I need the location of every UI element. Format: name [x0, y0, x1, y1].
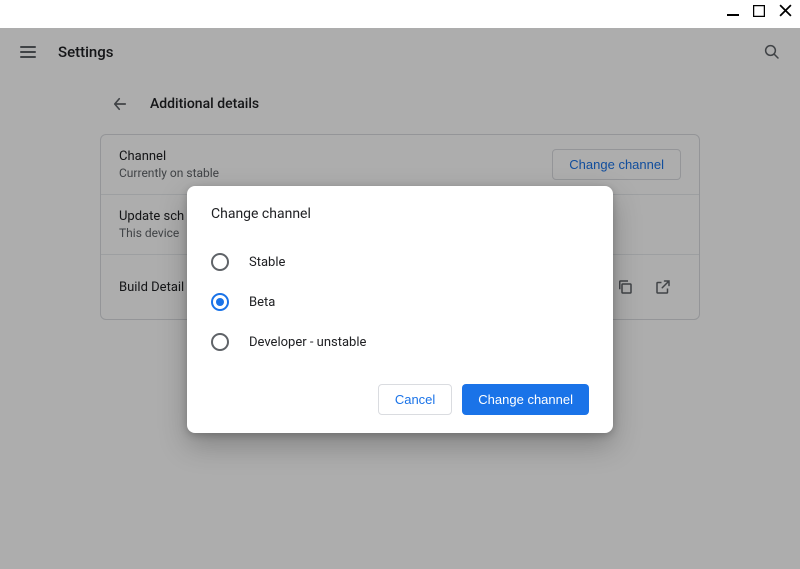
window-controls — [727, 4, 792, 17]
cancel-button[interactable]: Cancel — [378, 384, 452, 415]
radio-option-developer[interactable]: Developer - unstable — [211, 322, 589, 362]
radio-label: Developer - unstable — [249, 335, 366, 350]
radio-label: Beta — [249, 295, 275, 310]
radio-option-stable[interactable]: Stable — [211, 242, 589, 282]
dialog-title: Change channel — [211, 206, 589, 222]
radio-icon — [211, 293, 229, 311]
radio-icon — [211, 333, 229, 351]
radio-icon — [211, 253, 229, 271]
radio-option-beta[interactable]: Beta — [211, 282, 589, 322]
minimize-icon[interactable] — [727, 5, 739, 17]
change-channel-dialog: Change channel Stable Beta Developer - u… — [187, 186, 613, 433]
confirm-change-channel-button[interactable]: Change channel — [462, 384, 589, 415]
dialog-actions: Cancel Change channel — [211, 384, 589, 415]
maximize-icon[interactable] — [753, 5, 765, 17]
close-icon[interactable] — [779, 4, 792, 17]
radio-label: Stable — [249, 255, 285, 270]
